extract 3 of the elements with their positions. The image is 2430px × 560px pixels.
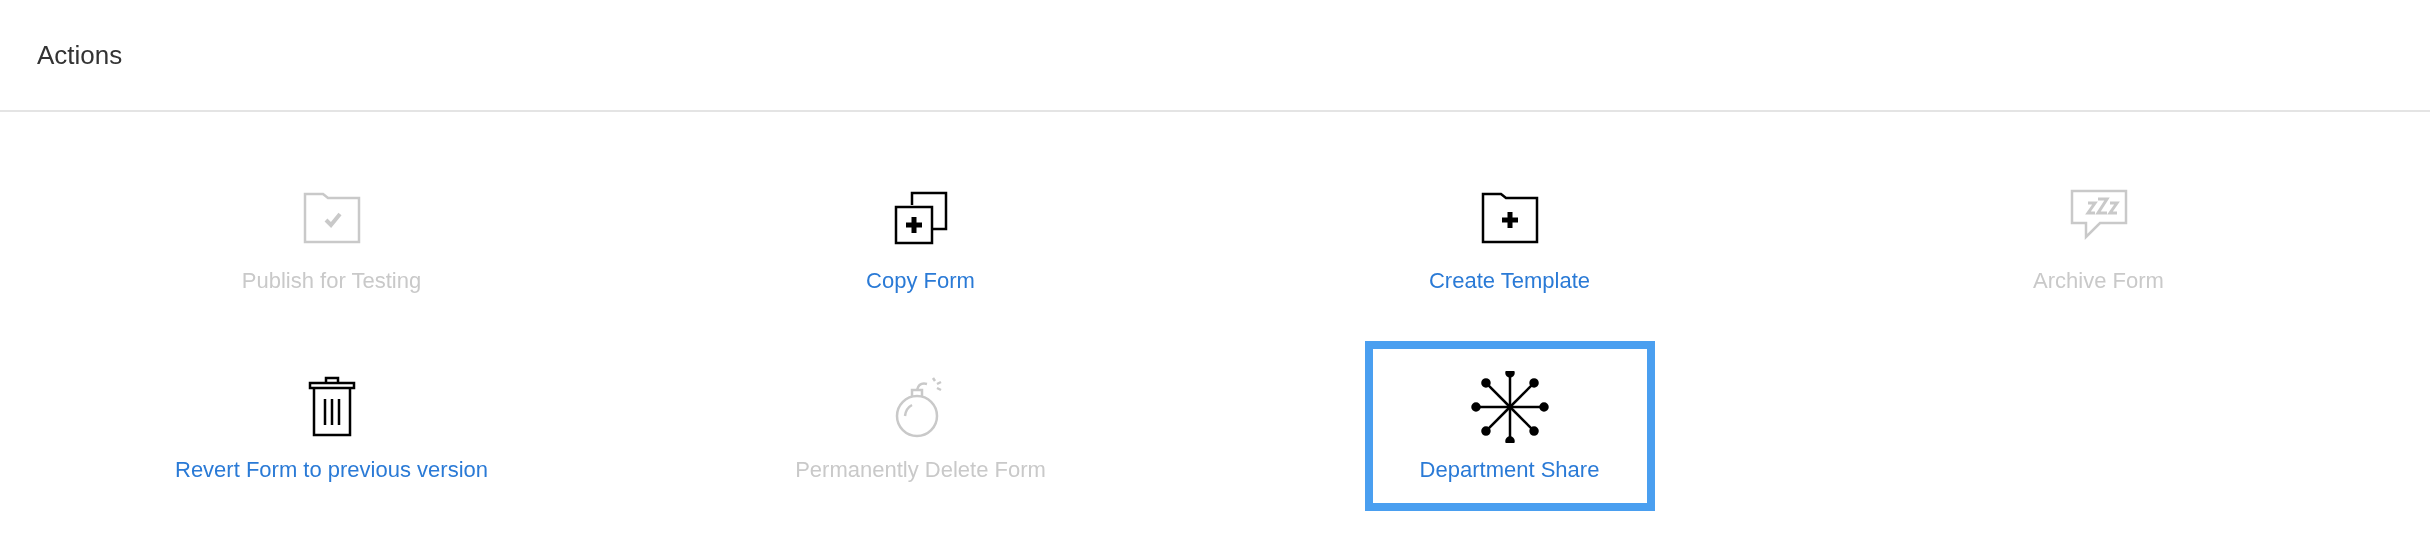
action-button[interactable]: Department Share — [1364, 341, 1655, 511]
network-icon — [1469, 371, 1550, 443]
section-title: Actions — [37, 39, 123, 71]
